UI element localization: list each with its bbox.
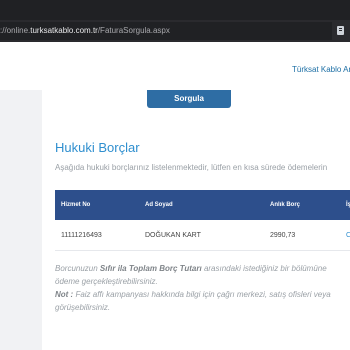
column-header-service-no: Hizmet No bbox=[61, 202, 91, 208]
cell-action-link[interactable]: C bbox=[346, 232, 350, 239]
url-prefix: ://online. bbox=[0, 26, 31, 35]
note-line-2: ödeme gerçekleştirebilirsiniz. bbox=[55, 277, 158, 286]
page-subtitle: Aşağıda hukuki borçlarınız listelenmekte… bbox=[55, 163, 328, 172]
note-label: Not : bbox=[55, 290, 74, 299]
site-header: Türksat Kablo An bbox=[0, 42, 350, 91]
url-path: /FaturaSorgula.aspx bbox=[97, 26, 170, 35]
column-header-debt: Anlık Borç bbox=[270, 202, 301, 208]
cell-debt: 2990,73 bbox=[270, 232, 296, 239]
left-gutter bbox=[0, 90, 42, 350]
note-line-3: Not : Faiz affı kampanyası hakkında bilg… bbox=[55, 288, 350, 301]
table-row: 11111216493 DOĞUKAN KART 2990,73 C bbox=[55, 220, 350, 251]
note-line-4: görüşebilirsiniz. bbox=[55, 303, 111, 312]
note-text: Faiz affı kampanyası hakkında bilgi için… bbox=[73, 290, 331, 299]
extension-icon[interactable] bbox=[337, 26, 344, 35]
brand-link[interactable]: Türksat Kablo An bbox=[292, 65, 350, 74]
cell-name: DOĞUKAN KART bbox=[145, 232, 201, 239]
content-card: Sorgula Hukuki Borçlar Aşağıda hukuki bo… bbox=[42, 90, 350, 350]
payment-note: Borcunuzun Sıfır ila Toplam Borç Tutarı … bbox=[55, 262, 350, 314]
column-header-name: Ad Soyad bbox=[145, 202, 173, 208]
table-header: Hizmet No Ad Soyad Anlık Borç İş bbox=[55, 190, 350, 220]
column-header-action: İş bbox=[346, 202, 350, 208]
page-title: Hukuki Borçlar bbox=[55, 140, 140, 155]
note-text: arasındaki istediğiniz bir bölümüne bbox=[201, 264, 327, 273]
address-bar[interactable]: ://online.turksatkablo.com.tr/FaturaSorg… bbox=[0, 22, 332, 40]
debts-table: Hizmet No Ad Soyad Anlık Borç İş 1111121… bbox=[55, 190, 350, 251]
query-button[interactable]: Sorgula bbox=[147, 90, 231, 108]
browser-toolbar: ://online.turksatkablo.com.tr/FaturaSorg… bbox=[0, 0, 350, 42]
cell-service-no: 11111216493 bbox=[61, 232, 102, 239]
url-domain: turksatkablo.com.tr bbox=[30, 26, 98, 35]
tab-strip bbox=[0, 0, 350, 20]
note-text: Borcunuzun bbox=[55, 264, 100, 273]
note-emphasis: Sıfır ila Toplam Borç Tutarı bbox=[99, 264, 202, 273]
note-line-1: Borcunuzun Sıfır ila Toplam Borç Tutarı … bbox=[55, 262, 350, 275]
